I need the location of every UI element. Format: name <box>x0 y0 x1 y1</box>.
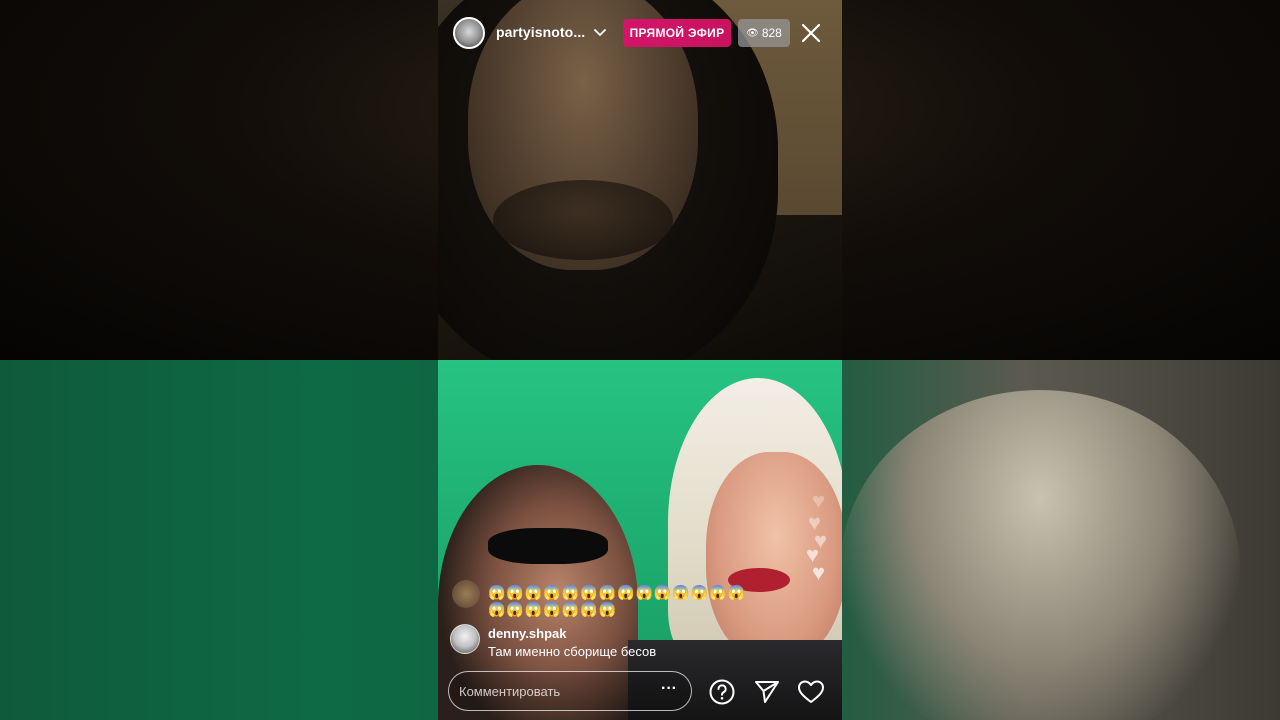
commenter-avatar[interactable] <box>450 624 480 654</box>
emoji-row-2: 😱😱😱😱😱😱😱 <box>488 601 618 617</box>
viewer-count-badge[interactable]: 👁 828 <box>738 19 790 47</box>
viewer-count: 828 <box>761 26 782 40</box>
live-badge-label: ПРЯМОЙ ЭФИР <box>629 26 725 40</box>
emoji-row-1: 😱😱😱😱😱😱😱😱😱😱😱😱😱😱 <box>488 584 747 600</box>
guest-video-feed <box>438 360 842 720</box>
comment-input[interactable] <box>459 672 649 710</box>
heart-icon[interactable] <box>797 678 825 706</box>
eye-icon: 👁 <box>746 27 759 39</box>
floating-hearts: ♥ ♥ ♥ ♥ ♥ <box>806 490 842 600</box>
live-badge: ПРЯМОЙ ЭФИР <box>623 19 731 47</box>
send-icon[interactable] <box>753 678 781 706</box>
phone-viewport: partyisnoto... ПРЯМОЙ ЭФИР 👁 828 😱😱😱😱😱😱😱… <box>438 0 842 720</box>
reaction-avatar <box>452 580 480 608</box>
emoji-reactions: 😱😱😱😱😱😱😱😱😱😱😱😱😱😱 😱😱😱😱😱😱😱 <box>488 584 778 618</box>
host-avatar[interactable] <box>453 17 485 49</box>
commenter-username[interactable]: denny.shpak <box>488 626 567 641</box>
comment-item: denny.shpak Там именно сборище бесов <box>450 624 830 664</box>
heart-icon: ♥ <box>812 560 826 585</box>
question-icon[interactable] <box>708 678 736 706</box>
host-username[interactable]: partyisnoto... <box>496 24 585 40</box>
live-header: partyisnoto... ПРЯМОЙ ЭФИР 👁 828 <box>438 0 842 66</box>
heart-icon: ♥ <box>812 488 826 513</box>
comment-input-bar: ··· <box>448 671 692 711</box>
more-horizontal-icon[interactable]: ··· <box>659 681 679 701</box>
live-stream-screen: partyisnoto... ПРЯМОЙ ЭФИР 👁 828 😱😱😱😱😱😱😱… <box>0 0 1280 720</box>
comment-text: Там именно сборище бесов <box>488 644 657 659</box>
close-icon[interactable] <box>798 20 824 46</box>
chevron-down-icon[interactable] <box>593 25 607 39</box>
